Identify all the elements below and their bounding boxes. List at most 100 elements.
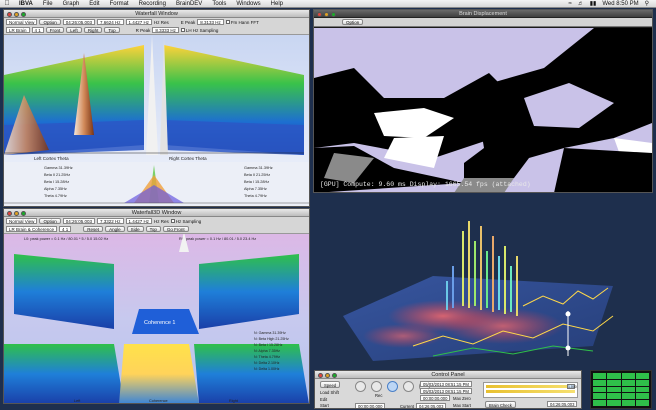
svg-text:Theta 4.79Hz: Theta 4.79Hz bbox=[44, 194, 67, 198]
channel-stepper[interactable]: 4 1 bbox=[59, 226, 72, 232]
end-time-field[interactable]: 04:26:05.003 bbox=[547, 401, 578, 407]
minimize-icon[interactable] bbox=[14, 210, 19, 216]
minimize-icon[interactable] bbox=[14, 11, 19, 17]
e-peak-field[interactable]: 8.3133 Hz bbox=[197, 19, 224, 25]
menu-graph[interactable]: Graph bbox=[58, 1, 85, 7]
menu-bar:  IBVA File Graph Edit Format Recording … bbox=[0, 0, 656, 8]
slider-handle-upper[interactable] bbox=[565, 311, 571, 317]
window-title: Brain Displacement bbox=[459, 11, 507, 17]
hann-checkbox[interactable]: Fm Hann FFT bbox=[225, 19, 259, 25]
time-field[interactable]: 04:26:05.003 bbox=[62, 19, 95, 25]
menu-format[interactable]: Format bbox=[105, 1, 134, 7]
menu-edit[interactable]: Edit bbox=[84, 1, 104, 7]
minimize-icon[interactable] bbox=[325, 372, 330, 378]
view-select[interactable]: Normal View bbox=[6, 218, 38, 224]
freq-field[interactable]: 7.3322 Hz bbox=[96, 218, 124, 224]
spotlight-icon[interactable]: ⚲ bbox=[642, 0, 652, 7]
window-title: Waterfall3D Window bbox=[131, 210, 182, 216]
menu-app[interactable]: IBVA bbox=[14, 1, 38, 7]
signal-3d-view[interactable] bbox=[313, 196, 653, 366]
resolution-unit: Hz Res bbox=[154, 218, 169, 224]
sampling-checkbox[interactable]: Hz Sampling bbox=[170, 218, 201, 224]
brain-check-button[interactable]: Brain Check bbox=[485, 401, 516, 408]
waterfall3d-view[interactable]: L0: peak power = 0.1 Hz / 80.01 * 5 / 5.… bbox=[4, 234, 309, 404]
view-select[interactable]: Normal View bbox=[6, 19, 38, 25]
svg-text:Beta II 21.25Hz: Beta II 21.25Hz bbox=[244, 173, 270, 177]
minimize-icon[interactable] bbox=[324, 11, 329, 17]
stop-icon[interactable] bbox=[403, 381, 414, 392]
go-front-button[interactable]: Go Front bbox=[162, 226, 189, 232]
resolution-field[interactable]: 1.4427 Hz bbox=[125, 218, 153, 224]
control-panel-titlebar[interactable]: Control Panel bbox=[315, 371, 581, 379]
waterfall-3d-view[interactable]: Left Cortex Theta Right Cortex Theta Gam… bbox=[4, 35, 309, 207]
date-field-2[interactable]: 05/03/2013 08:51:15 PM bbox=[420, 388, 472, 394]
svg-text:Gamma 31.39Hz: Gamma 31.39Hz bbox=[244, 166, 273, 170]
reset-button[interactable]: Reset bbox=[83, 226, 104, 232]
svg-text:Gamma 31.39Hz: Gamma 31.39Hz bbox=[44, 166, 73, 170]
time-field-1[interactable]: 00:00:00.000 bbox=[420, 395, 451, 401]
menu-windows[interactable]: Windows bbox=[231, 1, 265, 7]
date-field-1[interactable]: 05/03/2013 08:51:15 PM bbox=[420, 381, 472, 387]
svg-text:N: Delta 2.10Hz: N: Delta 2.10Hz bbox=[254, 361, 280, 365]
channel-stepper[interactable]: 4 1 bbox=[31, 27, 44, 33]
menu-file[interactable]: File bbox=[38, 1, 58, 7]
current-time-field[interactable]: 04:26:05.003 bbox=[416, 403, 447, 408]
gpu-status-text: [GPU] Compute: 9.60 ms Display: 1665.54 … bbox=[320, 181, 531, 188]
apple-icon[interactable]:  bbox=[0, 0, 14, 7]
top-button[interactable]: Top bbox=[104, 27, 120, 33]
start-label: Start bbox=[320, 403, 329, 408]
option-button[interactable]: Option bbox=[342, 19, 364, 25]
brain-displacement-view[interactable] bbox=[314, 28, 652, 193]
zoom-icon[interactable] bbox=[332, 372, 337, 378]
menu-braindev[interactable]: BrainDEV bbox=[171, 1, 207, 7]
channel-select[interactable]: LR Brain bbox=[6, 27, 30, 33]
option-button[interactable]: Option bbox=[39, 218, 61, 224]
top-button[interactable]: Top bbox=[145, 226, 161, 232]
front-button[interactable]: Front bbox=[45, 27, 65, 33]
menu-recording[interactable]: Recording bbox=[134, 1, 171, 7]
left-axis-label: Left Cortex Theta bbox=[34, 156, 69, 161]
menu-tools[interactable]: Tools bbox=[207, 1, 231, 7]
battery-icon[interactable]: ▮▮ bbox=[587, 0, 600, 7]
menu-clock[interactable]: Wed 8:50 PM bbox=[599, 1, 641, 7]
left-button[interactable]: Left bbox=[66, 27, 82, 33]
svg-text:Beta II 21.25Hz: Beta II 21.25Hz bbox=[44, 173, 70, 177]
right-info-text: R0: peak power = 0.1 Hz / 80.01 / 5.0 23… bbox=[179, 237, 256, 241]
svg-text:N: Gamma 31.39Hz: N: Gamma 31.39Hz bbox=[254, 331, 286, 335]
start-time-field[interactable]: 00:00:00.000 bbox=[355, 403, 386, 408]
record-icon[interactable] bbox=[371, 381, 382, 392]
freq-field[interactable]: 7.6624 Hz bbox=[96, 19, 124, 25]
wifi-icon[interactable]: ≈ bbox=[565, 1, 574, 7]
window-title: Waterfall Window bbox=[135, 11, 178, 17]
waterfall3d-titlebar[interactable]: Waterfall3D Window bbox=[4, 209, 309, 217]
rate-field[interactable]: 1.000 bbox=[567, 384, 577, 389]
svg-text:N: Alpha 7.35Hz: N: Alpha 7.35Hz bbox=[254, 349, 280, 353]
brain-displacement-toolbar: Option bbox=[314, 18, 652, 27]
speed-button[interactable]: Speed bbox=[320, 381, 341, 388]
side-button[interactable]: Side bbox=[126, 226, 144, 232]
waterfall-titlebar[interactable]: Waterfall Window bbox=[4, 10, 309, 18]
slider-handle-lower[interactable] bbox=[565, 345, 571, 351]
rewind-icon[interactable] bbox=[355, 381, 366, 392]
channel-select[interactable]: LR Brain & Coherence bbox=[6, 226, 58, 232]
option-button[interactable]: Option bbox=[39, 19, 61, 25]
time-field[interactable]: 04:26:05.003 bbox=[62, 218, 95, 224]
resolution-field[interactable]: 1.4427 Hz bbox=[125, 19, 153, 25]
close-icon[interactable] bbox=[7, 210, 12, 216]
zoom-icon[interactable] bbox=[21, 210, 26, 216]
zoom-icon[interactable] bbox=[331, 11, 336, 17]
angle-button[interactable]: Angle bbox=[105, 226, 125, 232]
play-icon[interactable] bbox=[387, 381, 398, 392]
brain-displacement-titlebar[interactable]: Brain Displacement bbox=[314, 10, 652, 18]
close-icon[interactable] bbox=[317, 11, 322, 17]
zoom-icon[interactable] bbox=[21, 11, 26, 17]
menu-extras: ≈ ♬ ▮▮ Wed 8:50 PM ⚲ bbox=[565, 0, 656, 8]
r-peak-field[interactable]: 8.3333 Hz bbox=[152, 27, 179, 33]
volume-icon[interactable]: ♬ bbox=[575, 1, 587, 7]
close-icon[interactable] bbox=[318, 372, 323, 378]
right-button[interactable]: Right bbox=[83, 27, 103, 33]
close-icon[interactable] bbox=[7, 11, 12, 17]
svg-text:Beta I 15.28Hz: Beta I 15.28Hz bbox=[244, 180, 269, 184]
sampling-checkbox[interactable]: LH Hz Sampling bbox=[180, 27, 218, 33]
menu-help[interactable]: Help bbox=[266, 1, 288, 7]
